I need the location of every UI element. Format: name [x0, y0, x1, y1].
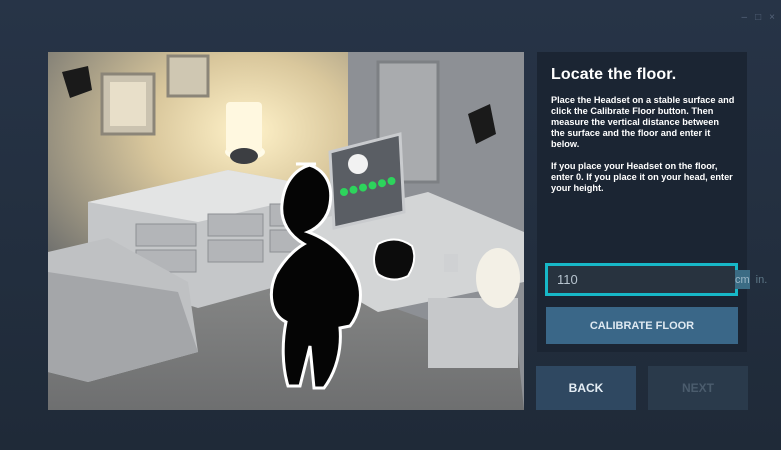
unit-cm-toggle[interactable]: cm — [735, 270, 750, 289]
setup-window: – □ × Locate the floor. Place the Headse… — [0, 0, 781, 450]
minimize-icon[interactable]: – — [742, 12, 748, 23]
steam-logo-icon — [348, 154, 368, 174]
back-button[interactable]: BACK — [536, 366, 636, 410]
room-scene-svg — [48, 52, 524, 410]
height-input-group: cm in. — [545, 263, 767, 296]
table-lamp — [226, 102, 262, 152]
mug — [444, 254, 458, 272]
calibrate-floor-button[interactable]: CALIBRATE FLOOR — [546, 307, 738, 344]
close-icon[interactable]: × — [769, 12, 775, 23]
unit-in-toggle[interactable]: in. — [756, 270, 768, 289]
status-light — [359, 183, 367, 192]
panel-title: Locate the floor. — [551, 66, 677, 83]
room-illustration — [48, 52, 524, 410]
height-input[interactable] — [548, 271, 735, 288]
panel-instructions: Place the Headset on a stable surface an… — [551, 95, 735, 205]
dresser-drawer — [135, 223, 197, 247]
maximize-icon[interactable]: □ — [755, 12, 761, 23]
status-light — [349, 185, 358, 194]
status-light — [368, 181, 377, 190]
status-light — [387, 177, 396, 185]
instruction-paragraph: If you place your Headset on the floor, … — [551, 161, 733, 193]
next-button[interactable]: NEXT — [648, 366, 748, 410]
side-table — [428, 298, 518, 368]
floor-lamp — [476, 248, 520, 308]
status-light — [340, 188, 348, 196]
headset-icon — [373, 238, 416, 281]
status-light — [378, 179, 386, 188]
instruction-paragraph: Place the Headset on a stable surface an… — [551, 95, 735, 149]
window-controls: – □ × — [742, 12, 775, 23]
picture-frame-small — [166, 54, 210, 98]
